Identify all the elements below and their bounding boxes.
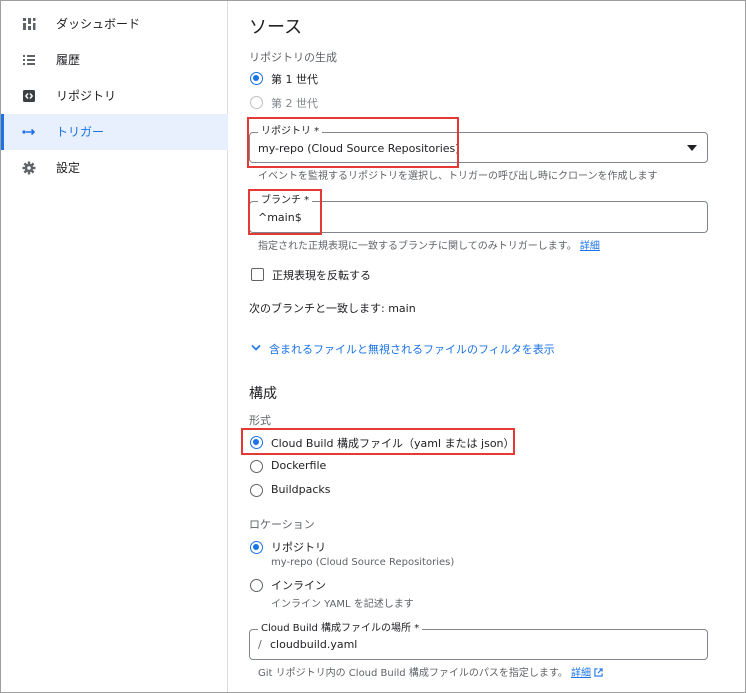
gen2-label: 第 2 世代 bbox=[271, 97, 318, 110]
repository-select[interactable]: リポジトリ * my-repo (Cloud Source Repositori… bbox=[249, 126, 708, 163]
format-cloudbuild-label: Cloud Build 構成ファイル（yaml または json） bbox=[271, 437, 515, 450]
format-label: 形式 bbox=[249, 414, 271, 427]
show-file-filters-label: 含まれるファイルと無視されるファイルのフィルタを表示 bbox=[269, 343, 555, 356]
config-file-help: Git リポジトリ内の Cloud Build 構成ファイルのパスを指定します。… bbox=[258, 664, 603, 679]
format-buildpacks-label: Buildpacks bbox=[271, 483, 331, 496]
invert-regex-checkbox[interactable] bbox=[251, 268, 264, 281]
location-label: ロケーション bbox=[249, 518, 315, 531]
external-link-icon bbox=[594, 668, 603, 677]
branch-field-label: ブランチ * bbox=[258, 195, 313, 207]
trigger-arrow-icon bbox=[22, 128, 36, 136]
branch-help-text: 指定された正規表現に一致するブランチに関してのみトリガーします。 bbox=[258, 241, 577, 252]
sidebar-item-label: 設定 bbox=[56, 161, 81, 175]
gen2-radio[interactable] bbox=[250, 96, 263, 109]
sidebar: ダッシュボード 履歴 リポジトリ トリガー 設定 bbox=[1, 1, 228, 692]
repository-field-label: リポジトリ * bbox=[258, 126, 323, 138]
invert-regex-label: 正規表現を反転する bbox=[272, 269, 371, 282]
repository-value: my-repo (Cloud Source Repositories) bbox=[258, 142, 460, 155]
gen1-label: 第 1 世代 bbox=[271, 73, 318, 86]
sidebar-item-label: ダッシュボード bbox=[56, 17, 141, 31]
sidebar-item-label: リポジトリ bbox=[56, 89, 117, 103]
branch-help: 指定された正規表現に一致するブランチに関してのみトリガーします。 詳細 bbox=[258, 237, 600, 252]
location-repository-subtext: my-repo (Cloud Source Repositories) bbox=[271, 557, 455, 568]
sidebar-item-settings[interactable]: 設定 bbox=[1, 150, 228, 186]
sidebar-item-history[interactable]: 履歴 bbox=[1, 42, 228, 78]
location-inline-label: インライン bbox=[271, 579, 326, 592]
location-repository-label: リポジトリ bbox=[271, 541, 326, 554]
format-cloudbuild-radio[interactable] bbox=[250, 436, 263, 449]
sidebar-item-label: トリガー bbox=[56, 125, 105, 139]
repository-help-text: イベントを監視するリポジトリを選択し、トリガーの呼び出し時にクローンを作成します bbox=[258, 171, 658, 182]
sidebar-item-triggers[interactable]: トリガー bbox=[1, 114, 228, 150]
config-file-help-text: Git リポジトリ内の Cloud Build 構成ファイルのパスを指定します。 bbox=[258, 668, 568, 679]
config-file-value: cloudbuild.yaml bbox=[270, 638, 358, 651]
dropdown-caret-icon bbox=[687, 145, 697, 151]
repository-icon bbox=[23, 90, 35, 102]
config-section-title: 構成 bbox=[249, 386, 277, 402]
gen1-radio[interactable] bbox=[250, 72, 263, 85]
show-file-filters-toggle[interactable]: 含まれるファイルと無視されるファイルのフィルタを表示 bbox=[249, 341, 555, 357]
config-file-location-label: Cloud Build 構成ファイルの場所 * bbox=[258, 623, 423, 635]
location-repository-radio[interactable] bbox=[250, 541, 263, 554]
location-inline-subtext: インライン YAML を記述します bbox=[271, 599, 414, 610]
branch-input[interactable]: ブランチ * ^main$ bbox=[249, 195, 708, 233]
config-file-path-prefix: / bbox=[258, 638, 262, 651]
main-content: ソース リポジトリの生成 第 1 世代 第 2 世代 リポジトリ * my-re… bbox=[229, 1, 745, 692]
sidebar-item-dashboard[interactable]: ダッシュボード bbox=[1, 6, 228, 42]
sidebar-item-label: 履歴 bbox=[56, 53, 81, 67]
sidebar-item-repository[interactable]: リポジトリ bbox=[1, 78, 228, 114]
chevron-down-icon bbox=[251, 344, 261, 351]
config-file-location-input[interactable]: Cloud Build 構成ファイルの場所 * / cloudbuild.yam… bbox=[249, 623, 708, 660]
config-file-help-link[interactable]: 詳細 bbox=[571, 668, 591, 679]
matching-branches-text: 次のブランチと一致します: main bbox=[249, 302, 416, 315]
format-dockerfile-label: Dockerfile bbox=[271, 459, 327, 472]
repo-generation-label: リポジトリの生成 bbox=[249, 51, 337, 64]
format-dockerfile-radio[interactable] bbox=[250, 460, 263, 473]
gear-icon bbox=[22, 161, 36, 175]
branch-help-link[interactable]: 詳細 bbox=[580, 241, 600, 252]
location-inline-radio[interactable] bbox=[250, 579, 263, 592]
branch-value: ^main$ bbox=[258, 211, 302, 224]
dashboard-icon bbox=[23, 18, 36, 30]
format-buildpacks-radio[interactable] bbox=[250, 484, 263, 497]
source-section-title: ソース bbox=[249, 17, 303, 38]
history-list-icon bbox=[23, 55, 35, 65]
